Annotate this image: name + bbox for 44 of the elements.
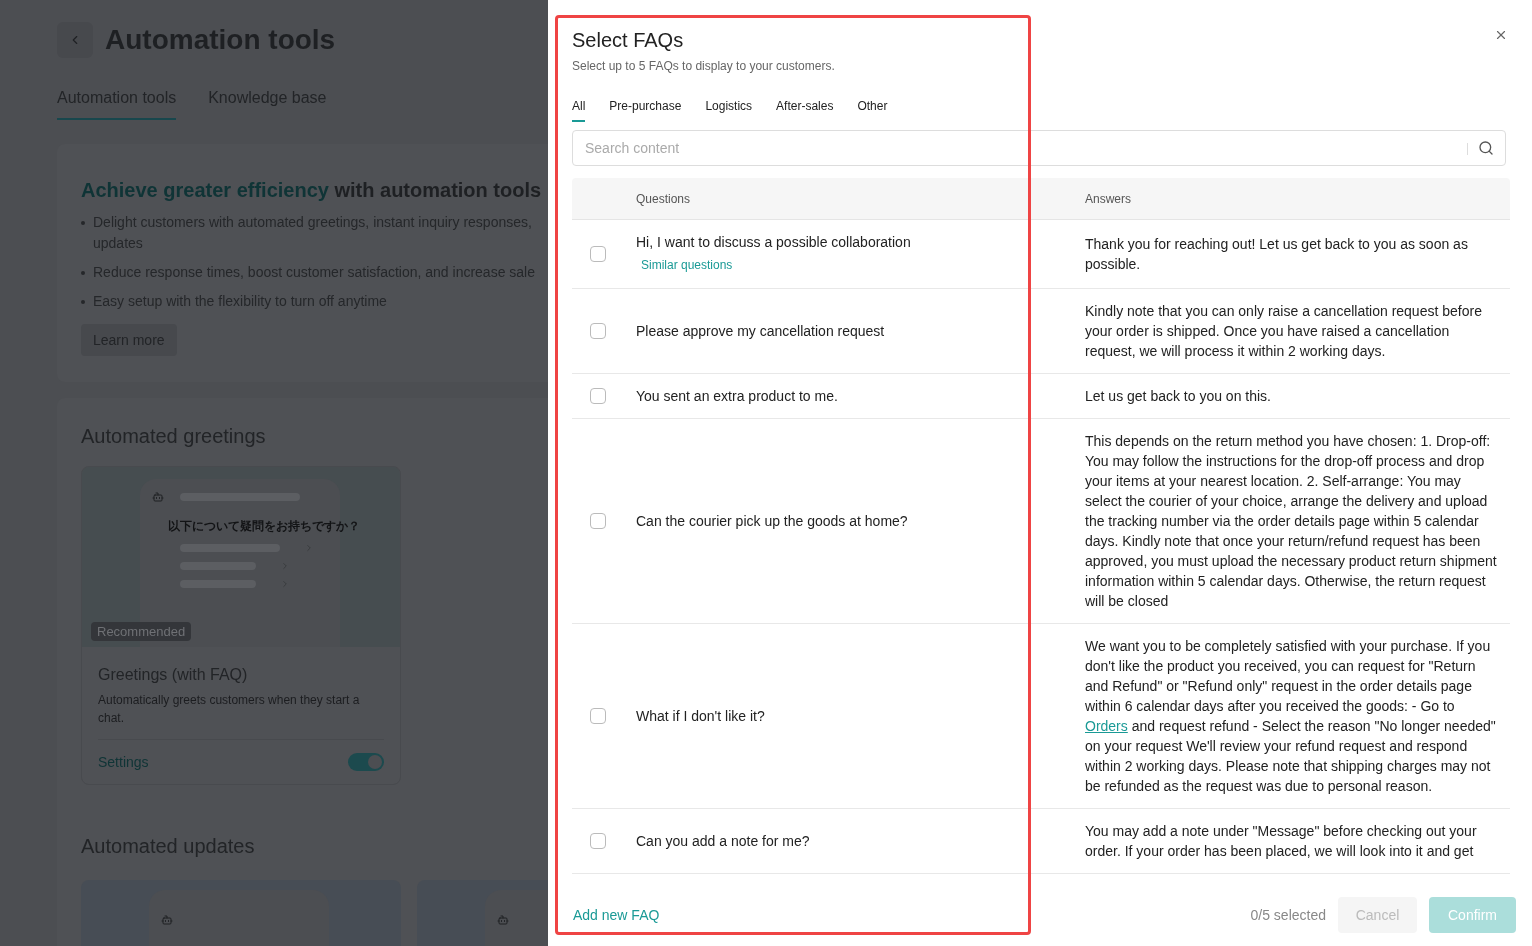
row-checkbox[interactable] xyxy=(590,246,606,262)
question-text: Can the courier pick up the goods at home? xyxy=(636,512,909,531)
row-checkbox[interactable] xyxy=(590,708,606,724)
category-tab[interactable]: All xyxy=(572,98,586,122)
bullet-icon xyxy=(81,271,85,275)
category-tab[interactable]: Other xyxy=(857,98,888,122)
row-checkbox[interactable] xyxy=(590,323,606,339)
answer-text: This depends on the return method you have chosen: 1. Drop-off: You may follow the instructions for the drop-off process and drop your items at your nearest location. 2. Self-arrange: You may select the courier of your choice, arrange the delivery and upload the tracking number via the order details page within 5 calendar days. Kindly note that once your return/refund request has been approved, you must upload the necessary product return shipment information within 5 calendar days. Otherwise, the return request will be closed xyxy=(1085,432,1498,611)
answer-text: You may add a note under "Message" before checking out your order. If your order has been placed, we will look into it and get xyxy=(1085,822,1478,861)
search-icon[interactable] xyxy=(1478,140,1494,156)
category-tab[interactable]: After-sales xyxy=(776,98,834,122)
row-checkbox[interactable] xyxy=(590,388,606,404)
search-field[interactable]: Search content xyxy=(572,130,1506,166)
drawer-title: Select FAQs xyxy=(572,28,684,53)
question-text: You sent an extra product to me. xyxy=(636,387,839,406)
add-faq-link[interactable]: Add new FAQ xyxy=(573,905,660,925)
question-text: Hi, I want to discuss a possible collaboration xyxy=(636,233,912,252)
robot-icon xyxy=(161,914,173,926)
selected-count: 0/5 selected xyxy=(1250,906,1326,925)
drawer-subtitle: Select up to 5 FAQs to display to your customers. xyxy=(572,58,836,74)
similar-questions-link[interactable]: Similar questions xyxy=(641,257,733,273)
bullet-icon xyxy=(81,221,85,225)
preview-text: 以下について疑問をお持ちですか？ xyxy=(168,518,360,535)
answer-text: Thank you for reaching out! Let us get back to you as soon as possible. xyxy=(1085,235,1469,274)
question-text: Please approve my cancellation request xyxy=(636,322,886,341)
row-checkbox[interactable] xyxy=(590,513,606,529)
question-text: Can you add a note for me? xyxy=(636,832,811,851)
orders-link[interactable]: Orders xyxy=(1085,718,1128,734)
close-icon[interactable] xyxy=(1494,28,1508,42)
robot-icon xyxy=(152,491,164,503)
toggle-switch[interactable] xyxy=(348,753,384,771)
category-tab[interactable]: Logistics xyxy=(705,98,753,122)
back-button[interactable] xyxy=(57,22,93,58)
answer-text: Let us get back to you on this. xyxy=(1085,387,1272,406)
row-checkbox[interactable] xyxy=(590,833,606,849)
column-header: Questions xyxy=(635,190,692,207)
bullet-icon xyxy=(81,300,85,304)
recommended-badge: Recommended xyxy=(91,621,192,641)
answer-text: We want you to be completely satisfied with your purchase. If you don't like the product you received, you can request for "Return and Refund" or "Refund only" request in the order details page within 6 calendar days after you received the goods: - Go to Orders and request refund - Select the reason "No longer needed" on your request We'll review your refund request and respond within 2 working days. Please note that shipping charges may not be refunded as the request was due to personal reason. xyxy=(1085,637,1497,796)
question-text: What if I don't like it? xyxy=(636,707,766,726)
category-tab[interactable]: Pre-purchase xyxy=(609,98,682,122)
robot-icon xyxy=(497,914,509,926)
answer-text: Kindly note that you can only raise a cancellation request before your order is shipped. Once you have raised a cancellation request, we will process it within 2 working days. xyxy=(1085,302,1483,361)
column-header: Answers xyxy=(1084,190,1132,207)
